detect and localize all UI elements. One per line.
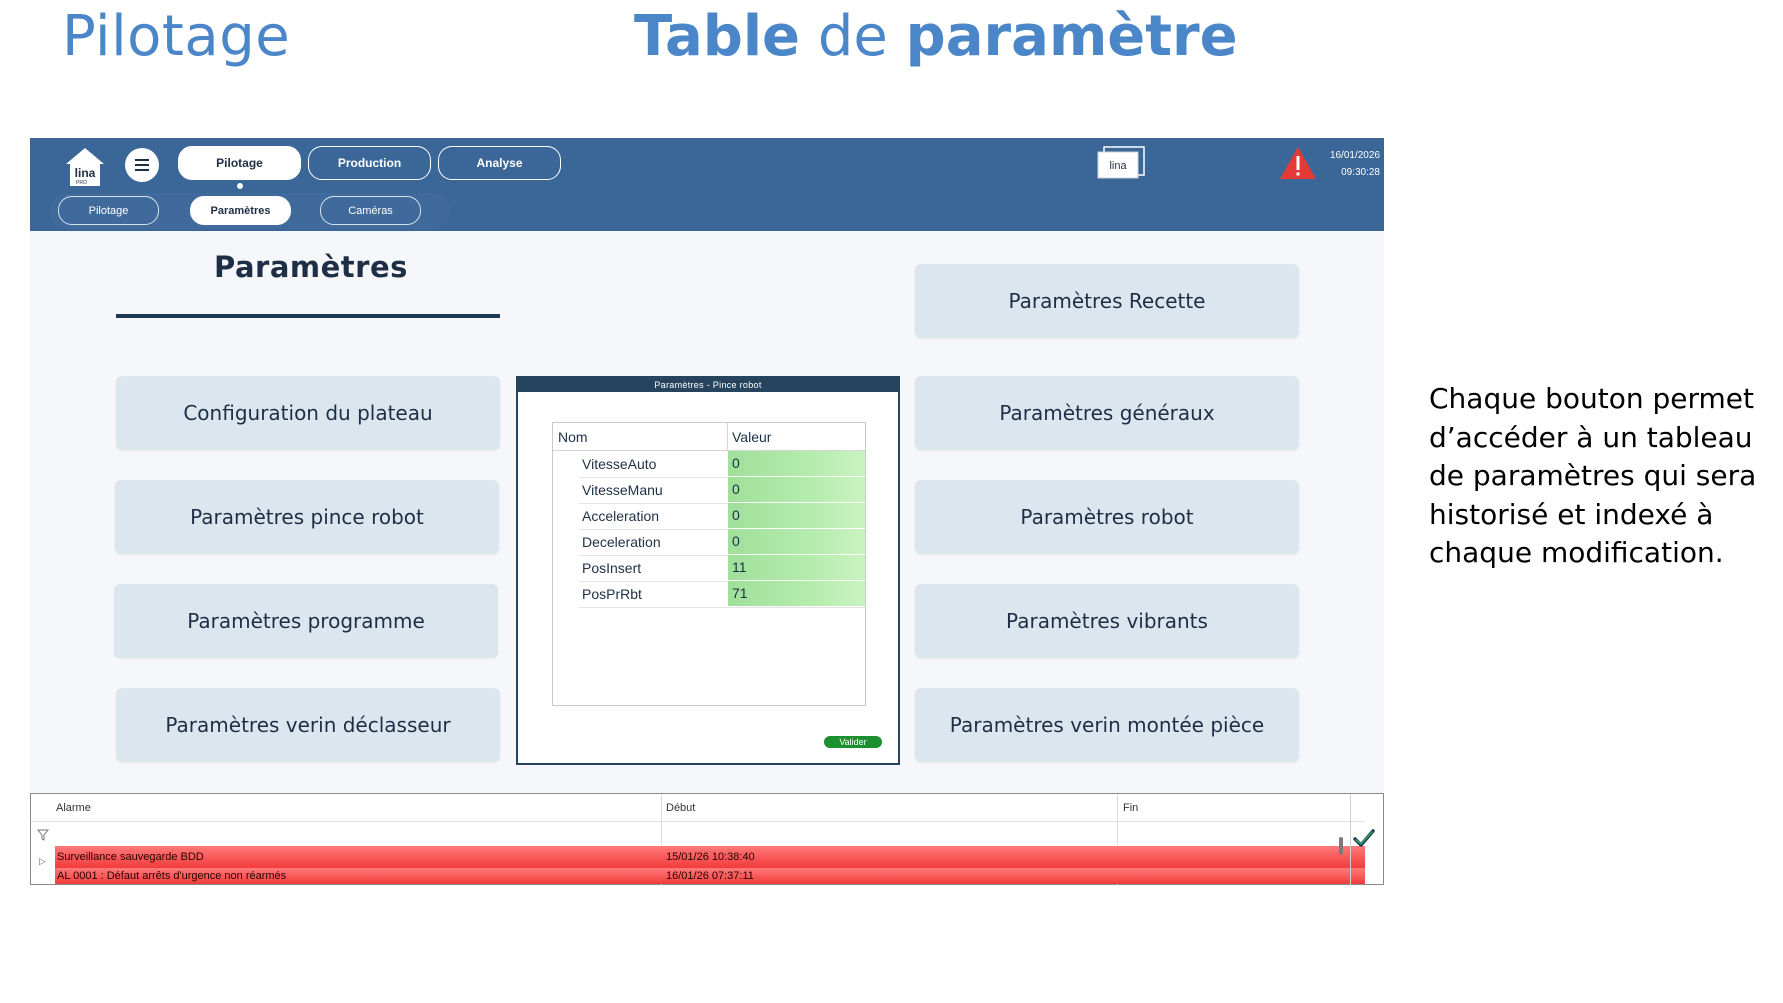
- menu-button[interactable]: [125, 148, 159, 182]
- home-logo-subtext: PRO: [76, 180, 87, 186]
- slide-title-left: Pilotage: [62, 4, 291, 69]
- table-row[interactable]: PosPrRbt 71: [579, 581, 865, 608]
- modal-title: Paramètres - Pince robot: [518, 378, 898, 392]
- slide-title-center: Table de paramètre: [634, 4, 1238, 69]
- table-row[interactable]: Deceleration 0: [579, 529, 865, 556]
- alarm-row[interactable]: Surveillance sauvegarde BDD 15/01/26 10:…: [55, 846, 1365, 868]
- alarm-text: Surveillance sauvegarde BDD: [57, 851, 204, 863]
- section-title: Paramètres: [214, 250, 408, 284]
- alarm-start: 15/01/26 10:38:40: [666, 851, 755, 863]
- param-value[interactable]: 0: [728, 477, 865, 502]
- tab-pilotage[interactable]: Pilotage: [178, 146, 301, 180]
- tab-analyse[interactable]: Analyse: [438, 146, 561, 180]
- alarm-panel: Alarme Début Fin ▷ Surveillance sauvegar…: [30, 793, 1384, 886]
- device-logo-text: lina: [1109, 160, 1127, 172]
- param-name: VitesseAuto: [582, 456, 657, 472]
- column-header-debut[interactable]: Début: [666, 802, 695, 814]
- param-value[interactable]: 71: [728, 581, 865, 606]
- warning-icon[interactable]: [1279, 145, 1317, 181]
- column-header-valeur[interactable]: Valeur: [732, 429, 771, 445]
- home-logo-text: lina: [75, 166, 96, 180]
- parametres-pince-robot-button[interactable]: Paramètres pince robot: [115, 480, 499, 554]
- active-tab-indicator: [237, 183, 243, 189]
- alarm-table-header: Alarme Début Fin: [31, 794, 1365, 822]
- alarm-row[interactable]: AL 0001 : Défaut arrêts d'urgence non ré…: [55, 868, 1365, 884]
- subtab-parametres[interactable]: Paramètres: [190, 196, 291, 225]
- device-logo-icon[interactable]: lina: [1096, 146, 1146, 180]
- param-name: VitesseManu: [582, 482, 663, 498]
- table-row[interactable]: VitesseAuto 0: [579, 451, 865, 478]
- column-header-nom[interactable]: Nom: [558, 429, 588, 445]
- subtab-cameras[interactable]: Caméras: [320, 196, 421, 225]
- param-name: PosPrRbt: [582, 586, 642, 602]
- slide-caption: Chaque bouton permet d’accéder à un tabl…: [1429, 382, 1757, 569]
- top-bar: lina PRO Pilotage Production Analyse Pil…: [30, 138, 1384, 231]
- home-logo-icon[interactable]: lina PRO: [62, 144, 108, 188]
- title-word-2: de: [817, 4, 888, 69]
- column-header-fin[interactable]: Fin: [1123, 802, 1138, 814]
- hamburger-icon: [135, 159, 149, 171]
- parametres-robot-button[interactable]: Paramètres robot: [915, 480, 1299, 554]
- alarm-text: AL 0001 : Défaut arrêts d'urgence non ré…: [57, 870, 287, 882]
- subtab-pilotage[interactable]: Pilotage: [58, 196, 159, 225]
- date-time: 16/01/2026 09:30:28: [1324, 147, 1380, 181]
- alarm-start: 16/01/26 07:37:11: [666, 870, 754, 882]
- validate-button[interactable]: Valider: [824, 736, 882, 748]
- title-word-1: Table: [634, 4, 801, 69]
- acknowledge-check-icon[interactable]: [1352, 826, 1376, 850]
- parametres-programme-button[interactable]: Paramètres programme: [114, 584, 498, 658]
- scrollbar[interactable]: [1339, 837, 1343, 855]
- param-name: Acceleration: [582, 508, 660, 524]
- param-value[interactable]: 0: [728, 529, 865, 554]
- param-name: Deceleration: [582, 534, 661, 550]
- column-header-alarme[interactable]: Alarme: [56, 802, 91, 814]
- expand-row-icon[interactable]: ▷: [39, 856, 46, 867]
- table-row[interactable]: PosInsert 11: [579, 555, 865, 582]
- parametres-recette-button[interactable]: Paramètres Recette: [915, 264, 1299, 338]
- parameters-modal: Paramètres - Pince robot Nom Valeur Vite…: [516, 376, 900, 765]
- param-name: PosInsert: [582, 560, 642, 576]
- parametres-vibrants-button[interactable]: Paramètres vibrants: [915, 584, 1299, 658]
- section-underline: [116, 314, 500, 318]
- table-row[interactable]: VitesseManu 0: [579, 477, 865, 504]
- panel-divider: [1350, 794, 1351, 886]
- current-date: 16/01/2026: [1329, 150, 1380, 161]
- table-row[interactable]: Acceleration 0: [579, 503, 865, 530]
- filter-icon[interactable]: [37, 829, 49, 841]
- config-plateau-button[interactable]: Configuration du plateau: [116, 376, 500, 450]
- param-value[interactable]: 0: [728, 503, 865, 528]
- table-header: Nom Valeur: [553, 423, 865, 451]
- param-value[interactable]: 0: [728, 451, 865, 476]
- parametres-verin-montee-piece-button[interactable]: Paramètres verin montée pièce: [915, 688, 1299, 762]
- title-word-3: paramètre: [905, 4, 1238, 69]
- app-window: lina PRO Pilotage Production Analyse Pil…: [30, 138, 1384, 886]
- param-value[interactable]: 11: [728, 555, 865, 580]
- current-time: 09:30:28: [1341, 167, 1380, 178]
- tab-production[interactable]: Production: [308, 146, 431, 180]
- parametres-generaux-button[interactable]: Paramètres généraux: [915, 376, 1299, 450]
- parameters-table: Nom Valeur VitesseAuto 0 VitesseManu 0 A…: [552, 422, 866, 706]
- parametres-verin-declasseur-button[interactable]: Paramètres verin déclasseur: [116, 688, 500, 762]
